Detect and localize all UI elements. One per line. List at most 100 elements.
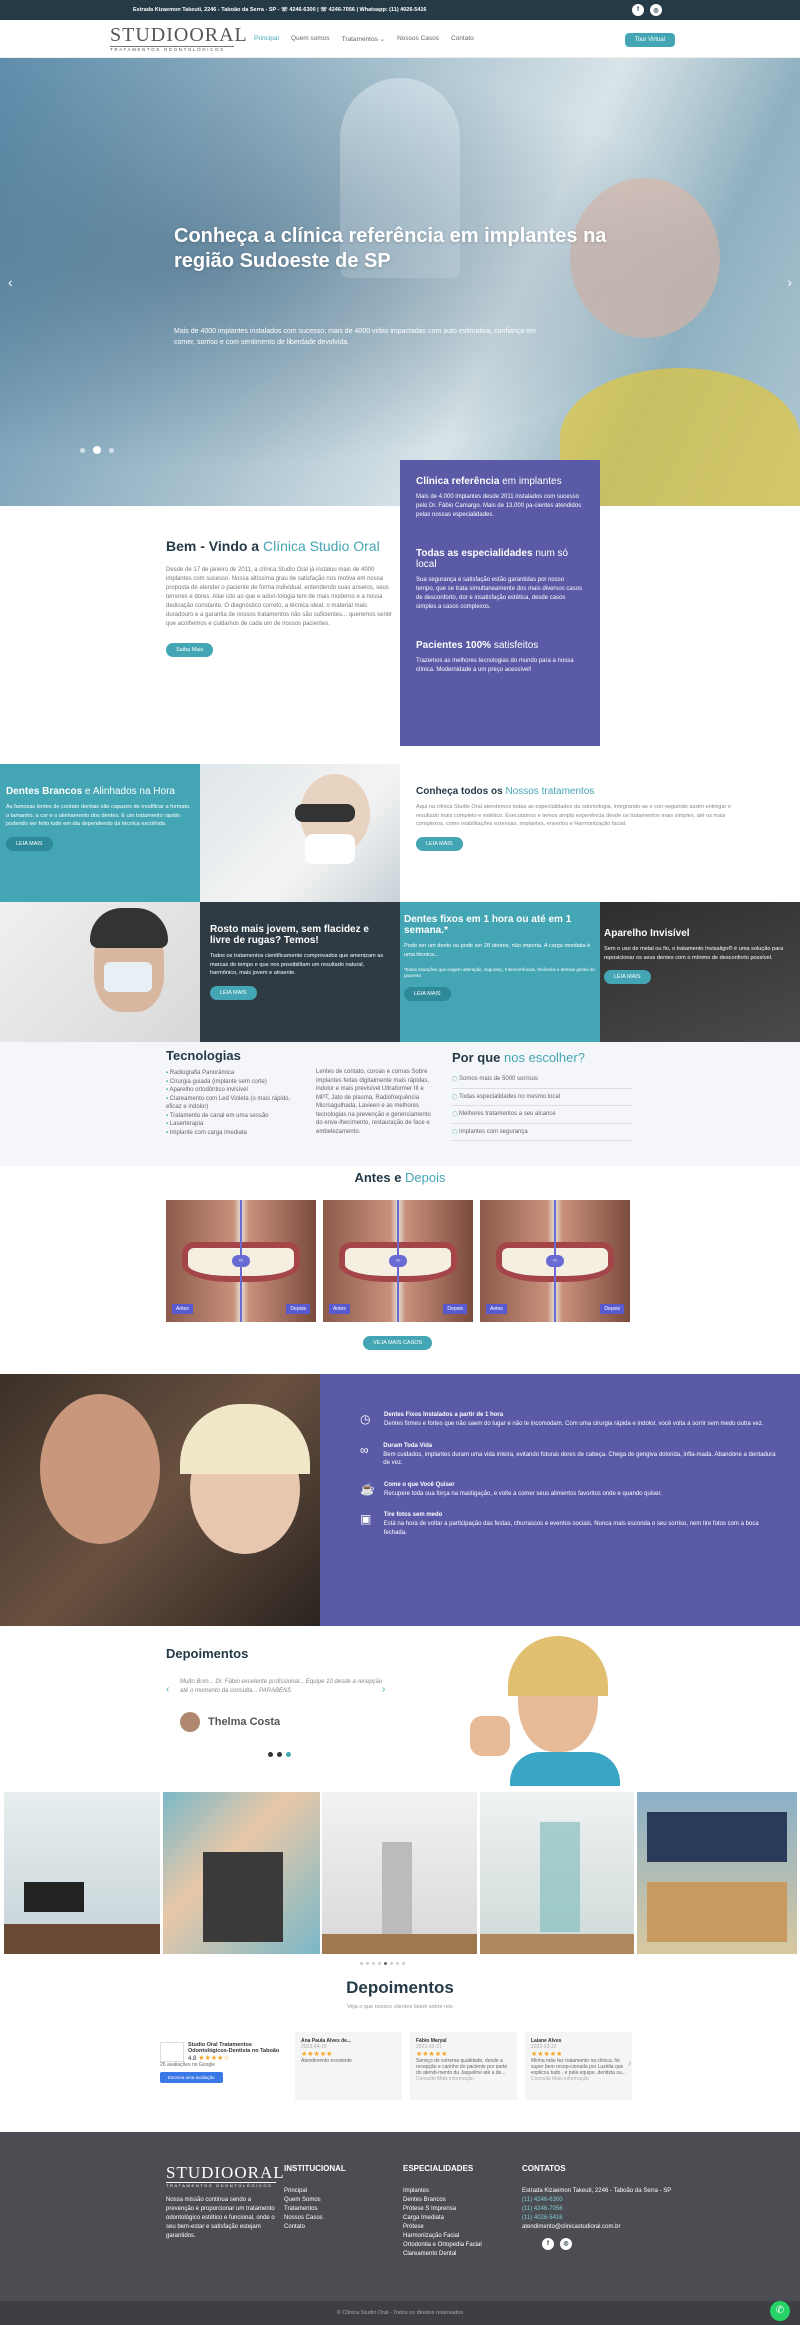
facebook-icon[interactable]: f: [542, 2238, 554, 2250]
card-dentes-brancos: Dentes Brancos e Alinhados na Hora As fa…: [0, 764, 200, 902]
footer-email[interactable]: atendimento@clinicastudioral.com.br: [522, 2223, 672, 2232]
tech-title: Tecnologias: [166, 1048, 241, 1063]
facebook-icon[interactable]: f: [632, 4, 644, 16]
gallery-photo-5[interactable]: [637, 1792, 797, 1954]
footer-link[interactable]: Prótese S Imprensa: [403, 2205, 482, 2214]
infinity-icon: ∞: [360, 1442, 369, 1457]
instagram-icon[interactable]: ◎: [650, 4, 662, 16]
welcome-title: Bem - Vindo a Clínica Studio Oral: [166, 538, 380, 554]
clock-icon: ◷: [360, 1412, 371, 1426]
slider-dots[interactable]: [80, 446, 114, 454]
footer-phone[interactable]: (11) 4026-5416: [522, 2214, 672, 2223]
google-reviews-section: Depoimentos Veja o que nossos clientes f…: [0, 1972, 800, 2132]
gallery-photo-3[interactable]: [322, 1792, 477, 1954]
hero-slider: ‹ › Conheça a clínica referência em impl…: [0, 58, 800, 506]
footer-phone[interactable]: (11) 4246-6300: [522, 2196, 672, 2205]
woman-thumbs-up-photo: [470, 1636, 620, 1786]
logo-tagline: TRATAMENTOS ODONTOLÓGICOS: [110, 45, 234, 53]
highlight-text-2: Sua segurança e satisfação estão garanti…: [416, 577, 583, 610]
footer-link[interactable]: Principal: [284, 2187, 346, 2196]
write-review-button[interactable]: Escreva uma avaliação: [160, 2072, 223, 2083]
next-arrow-icon[interactable]: ›: [382, 1684, 385, 1695]
testimonial-name: Thelma Costa: [208, 1716, 281, 1728]
before-after-case-1[interactable]: ‹› Antes Depois: [166, 1200, 316, 1322]
before-after-case-2[interactable]: ‹› Antes Depois: [323, 1200, 473, 1322]
benefits-section: ◷ Dentes Fixos Instalados a partir de 1 h…: [0, 1374, 800, 1626]
compare-handle-icon: ‹›: [389, 1255, 407, 1267]
highlight-title-2: Todas as especialidades num só local: [416, 548, 569, 570]
footer-address: Estrada Kizaemon Takeuti, 2246 - Taboão …: [522, 2188, 672, 2194]
footer-mission: Nossa missão continua sendo a prevenção …: [166, 2197, 275, 2239]
leia-mais-button[interactable]: LEIA MAIS: [404, 987, 451, 1001]
photo-icon: ▣: [360, 1512, 372, 1526]
footer-link[interactable]: Ortodontia e Ortopedia Facial: [403, 2241, 482, 2250]
footer-contatos-title: CONTATOS: [522, 2164, 566, 2173]
main-nav: STUDIOORAL TRATAMENTOS ODONTOLÓGICOS Pri…: [0, 20, 800, 58]
highlight-text-1: Mais de 4.000 implantes desde 2011 insta…: [416, 494, 582, 518]
highlight-title-3: Pacientes 100% satisfeitos: [416, 640, 539, 651]
footer-link[interactable]: Dentes Brancos: [403, 2196, 482, 2205]
footer-link[interactable]: Contato: [284, 2223, 346, 2232]
treatments-grid: Dentes Brancos e Alinhados na Hora As fa…: [0, 764, 800, 1042]
nav-tratamentos[interactable]: Tratamentos ⌄: [336, 35, 392, 43]
whatsapp-icon[interactable]: ✆: [770, 2301, 790, 2321]
tech-right-text: Lentes de contato, coroas e cornas Sobre…: [316, 1069, 431, 1135]
nav-principal[interactable]: Principal: [248, 35, 285, 43]
testimonial-quote: Muito Bom... Dr. Fábio excelente profiss…: [180, 1679, 383, 1694]
logo[interactable]: STUDIOORAL TRATAMENTOS ODONTOLÓGICOS: [110, 23, 248, 53]
next-arrow-icon[interactable]: ›: [628, 2058, 631, 2069]
compare-handle-icon: ‹›: [546, 1255, 564, 1267]
reviews-title: Depoimentos: [346, 1978, 454, 1997]
food-icon: ☕: [360, 1481, 375, 1496]
logo-name: STUDIOORAL: [110, 23, 248, 46]
hero-text: Mais de 4000 implantes instalados com su…: [174, 328, 536, 346]
elderly-couple-photo: [0, 1374, 320, 1626]
footer-institucional-title: INSTITUCIONAL: [284, 2164, 346, 2173]
veja-mais-casos-button[interactable]: VEJA MAIS CASOS: [363, 1336, 433, 1350]
footer-link[interactable]: Nossos Casos: [284, 2214, 346, 2223]
testimonial-title: Depoimentos: [166, 1646, 249, 1661]
nav-nossos-casos[interactable]: Nossos Casos: [391, 35, 445, 43]
next-arrow-icon[interactable]: ›: [787, 274, 792, 290]
saiba-mais-button[interactable]: Saiba Mais: [166, 643, 214, 657]
footer-especialidades-title: ESPECIALIDADES: [403, 2164, 474, 2173]
before-after-case-3[interactable]: ‹› Antes Depois: [480, 1200, 630, 1322]
footer-link[interactable]: Harmonização Facial: [403, 2232, 482, 2241]
footer-link[interactable]: Clareamento Dental: [403, 2250, 482, 2259]
instagram-icon[interactable]: ◎: [560, 2238, 572, 2250]
review-card: Ana Paula Alves de... 2023-04-19 ★★★★★ Aten…: [295, 2032, 402, 2100]
welcome-text: Desde de 17 de janeiro de 2011, a clínic…: [166, 567, 392, 627]
clinic-logo-icon: [160, 2042, 184, 2062]
gallery-photo-2[interactable]: [163, 1792, 320, 1954]
card-rosto-jovem: Rosto mais jovem, sem flacidez e livre d…: [200, 902, 400, 1042]
gallery-photo-4[interactable]: [480, 1792, 634, 1954]
leia-mais-button[interactable]: LEIA MAIS: [416, 836, 463, 851]
prev-arrow-icon[interactable]: ‹: [8, 274, 13, 290]
leia-mais-button[interactable]: LEIA MAIS: [604, 970, 651, 984]
ba-title: Antes e Depois: [354, 1170, 446, 1185]
prev-arrow-icon[interactable]: ‹: [166, 1684, 169, 1695]
hero-title: Conheça a clínica referência em implante…: [174, 225, 607, 272]
testimonial-dots[interactable]: [268, 1752, 291, 1757]
footer-link[interactable]: Tratamentos: [284, 2205, 346, 2214]
footer-link[interactable]: Prótese: [403, 2223, 482, 2232]
footer-logo[interactable]: STUDIOORAL TRATAMENTOS ODONTOLÓGICOS: [166, 2164, 284, 2188]
nav-quem-somos[interactable]: Quem somos: [285, 35, 336, 43]
top-info-bar: Estrada Kizaemon Takeuti, 2246 - Taboão …: [0, 0, 800, 20]
review-card: Fábio Maryal 2023-03-31 ★★★★★ Serviço de ex…: [410, 2032, 517, 2100]
clinic-gallery: [0, 1792, 800, 1972]
leia-mais-button[interactable]: LEIA MAIS: [210, 985, 257, 1000]
nav-contato[interactable]: Contato: [445, 35, 480, 43]
footer-link[interactable]: Implantes: [403, 2187, 482, 2196]
leia-mais-button[interactable]: LEIA MAIS: [6, 836, 53, 851]
footer-link[interactable]: Carga Imediata: [403, 2214, 482, 2223]
footer-phone[interactable]: (11) 4246-7056: [522, 2205, 672, 2214]
footer-link[interactable]: Quem Somos: [284, 2196, 346, 2205]
gallery-photo-1[interactable]: [4, 1792, 160, 1954]
avatar: [180, 1712, 200, 1732]
tour-virtual-button[interactable]: Tour Virtual: [624, 33, 675, 47]
card-dentes-fixos: Dentes fixos em 1 hora ou até em 1 seman…: [400, 902, 600, 1042]
compare-handle-icon: ‹›: [232, 1255, 250, 1267]
gallery-dots[interactable]: [360, 1962, 405, 1965]
technologies-section: Tecnologias Radiografia PanorâmicaCirurg…: [0, 1042, 800, 1166]
